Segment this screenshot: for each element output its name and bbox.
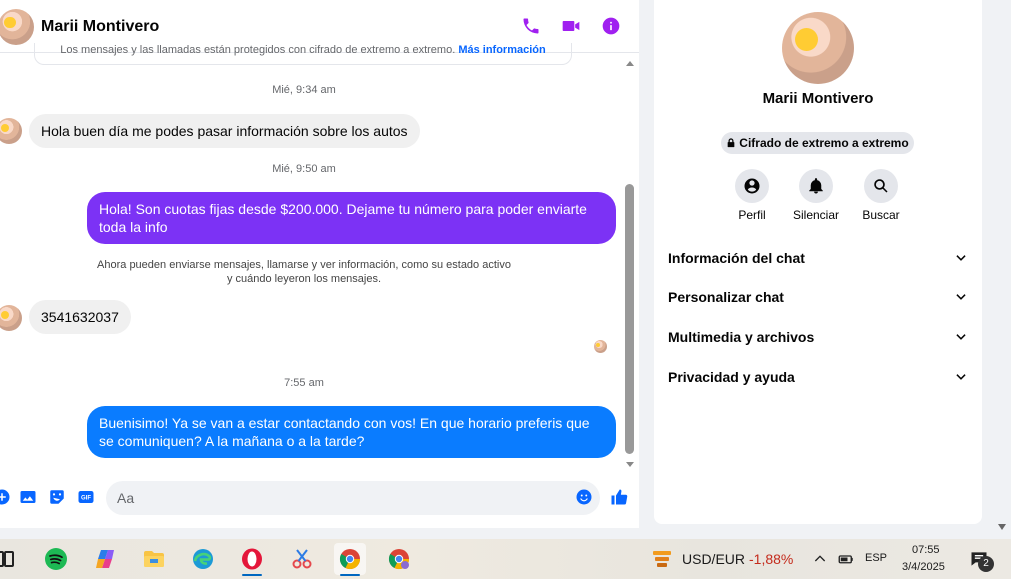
scroll-down-arrow[interactable] — [626, 462, 634, 467]
chat-panel: Marii Montivero Los mensajes y las llama… — [0, 0, 639, 528]
section-label: Multimedia y archivos — [668, 329, 815, 345]
gif-icon[interactable]: GIF — [76, 487, 96, 507]
more-info-link[interactable]: Más información — [458, 44, 545, 56]
chrome-profile-icon[interactable] — [383, 543, 415, 575]
lock-icon — [727, 138, 735, 148]
system-message-line: y cuándo leyeron los mensajes. — [226, 273, 382, 285]
seen-receipt-avatar — [594, 340, 607, 353]
task-view-icon[interactable] — [0, 543, 20, 575]
opera-icon[interactable] — [236, 543, 268, 576]
encryption-badge-label: Cifrado de extremo a extremo — [739, 136, 909, 150]
section-chat-info[interactable]: Información del chat — [668, 243, 968, 273]
battery-network-icon[interactable] — [832, 543, 860, 575]
notification-count-badge: 2 — [978, 556, 994, 572]
profile-icon — [735, 169, 769, 203]
emoji-icon[interactable] — [574, 487, 594, 507]
profile-label: Perfil — [738, 208, 766, 222]
section-customize-chat[interactable]: Personalizar chat — [668, 282, 968, 312]
message-input[interactable] — [106, 481, 600, 515]
stocks-widget-icon[interactable] — [646, 543, 678, 575]
page-scroll-down-arrow[interactable] — [998, 524, 1006, 530]
image-icon[interactable] — [18, 487, 38, 507]
search-button[interactable]: Buscar — [848, 169, 914, 222]
chevron-down-icon — [956, 294, 966, 300]
chevron-down-icon — [956, 374, 966, 380]
outgoing-message[interactable]: Hola! Son cuotas fijas desde $200.000. D… — [87, 192, 616, 244]
mute-button[interactable]: Silenciar — [783, 169, 849, 222]
sender-avatar[interactable] — [0, 305, 22, 331]
encryption-notice: Los mensajes y las llamadas están proteg… — [34, 43, 572, 65]
active-app-indicator — [242, 574, 262, 576]
like-icon[interactable] — [609, 487, 629, 507]
bell-icon — [799, 169, 833, 203]
stock-change[interactable]: -1,88% — [749, 551, 793, 567]
chat-scrollbar[interactable] — [623, 58, 637, 468]
chevron-down-icon — [956, 255, 966, 261]
section-label: Información del chat — [668, 250, 805, 266]
stock-label[interactable]: USD/EUR — [682, 551, 745, 567]
active-app-indicator — [340, 574, 360, 576]
message-composer: GIF — [0, 478, 639, 518]
language-indicator[interactable]: ESP — [865, 552, 887, 564]
search-label: Buscar — [862, 208, 900, 222]
message-timestamp: Mié, 9:34 am — [272, 84, 336, 96]
info-icon[interactable] — [600, 15, 622, 37]
contact-avatar[interactable] — [0, 9, 34, 45]
sender-avatar[interactable] — [0, 118, 22, 144]
message-timestamp: Mié, 9:50 am — [272, 163, 336, 175]
incoming-message[interactable]: 3541632037 — [29, 300, 131, 334]
system-message: Ahora pueden enviarse mensajes, llamarse… — [90, 258, 518, 286]
sticker-icon[interactable] — [47, 487, 67, 507]
copilot-icon[interactable] — [89, 543, 121, 575]
search-icon — [864, 169, 898, 203]
message-timestamp: 7:55 am — [284, 377, 324, 389]
snipping-tool-icon[interactable] — [286, 543, 318, 575]
plus-icon[interactable] — [0, 487, 12, 507]
incoming-message[interactable]: Hola buen día me podes pasar información… — [29, 114, 420, 148]
windows-taskbar: USD/EUR -1,88% ESP 07:55 3/4/2025 2 — [0, 539, 1011, 579]
profile-button[interactable]: Perfil — [719, 169, 785, 222]
phone-icon[interactable] — [520, 15, 542, 37]
scroll-up-arrow[interactable] — [626, 61, 634, 66]
clock-time[interactable]: 07:55 — [912, 544, 940, 556]
contact-profile-avatar[interactable] — [782, 12, 854, 84]
edge-icon[interactable] — [187, 543, 219, 575]
contact-name[interactable]: Marii Montivero — [41, 18, 159, 36]
outgoing-message[interactable]: Buenisimo! Ya se van a estar contactando… — [87, 406, 616, 458]
file-explorer-icon[interactable] — [138, 543, 170, 575]
chat-info-panel: Marii Montivero Cifrado de extremo a ext… — [654, 0, 982, 524]
svg-text:GIF: GIF — [81, 496, 91, 502]
system-message-line: Ahora pueden enviarse mensajes, llamarse… — [97, 259, 511, 271]
chevron-down-icon — [956, 334, 966, 340]
contact-profile-name: Marii Montivero — [762, 90, 874, 107]
clock-date[interactable]: 3/4/2025 — [902, 561, 945, 573]
encryption-notice-text: Los mensajes y las llamadas están proteg… — [60, 44, 456, 56]
encryption-badge[interactable]: Cifrado de extremo a extremo — [721, 132, 914, 154]
chrome-icon[interactable] — [334, 543, 366, 576]
section-label: Personalizar chat — [668, 289, 784, 305]
section-label: Privacidad y ayuda — [668, 369, 795, 385]
scroll-thumb[interactable] — [625, 184, 634, 454]
mute-label: Silenciar — [792, 208, 840, 222]
spotify-icon[interactable] — [40, 543, 72, 575]
chevron-up-icon[interactable] — [806, 543, 834, 575]
video-icon[interactable] — [560, 15, 582, 37]
section-privacy-help[interactable]: Privacidad y ayuda — [668, 362, 968, 392]
section-media-files[interactable]: Multimedia y archivos — [668, 322, 968, 352]
